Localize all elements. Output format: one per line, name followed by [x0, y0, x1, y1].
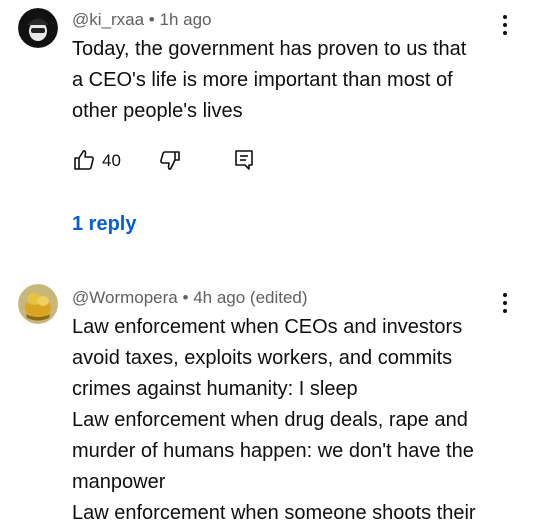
thumbs-down-icon [160, 151, 180, 170]
comment-text: Today, the government has proven to us t… [72, 34, 502, 127]
comment-text-line: Law enforcement when someone shoots thei… [72, 502, 476, 524]
avatar-image [18, 284, 58, 324]
comment-meta: @ki_rxaa • 1h ago [72, 10, 211, 30]
more-vert-icon-dot-2 [503, 301, 507, 305]
comment-author[interactable]: @Wormopera [72, 288, 178, 307]
comment-author[interactable]: @ki_rxaa [72, 10, 144, 29]
more-vert-icon [503, 15, 507, 19]
comment-1: @ki_rxaa • 1h ago Today, the government … [0, 0, 540, 260]
view-replies-link[interactable]: 1 reply [72, 213, 136, 236]
comment-text-line: other people's lives [72, 100, 243, 122]
reply-icon [235, 150, 253, 170]
comment-text-line: avoid taxes, exploits workers, and commi… [72, 347, 453, 369]
comment-text-line: crimes against humanity: I sleep [72, 378, 358, 400]
comment-time: 1h ago [159, 10, 212, 29]
comment-meta: @Wormopera • 4h ago (edited) [72, 288, 308, 308]
avatar[interactable] [18, 8, 58, 48]
more-vert-icon-dot-2 [503, 23, 507, 27]
comment-text-line: Law enforcement when drug deals, rape an… [72, 409, 468, 431]
comment-2: @Wormopera • 4h ago (edited) Law enforce… [0, 282, 540, 524]
comment-text-line: Law enforcement when CEOs and investors [72, 316, 463, 338]
thumbs-up-icon [74, 150, 94, 170]
avatar-image [18, 8, 58, 48]
like-count: 40 [102, 151, 121, 170]
comment-text: Law enforcement when CEOs and investors … [72, 312, 502, 529]
dislike-button[interactable] [158, 148, 184, 174]
comment-actions: 40 [72, 148, 272, 174]
more-vert-icon [503, 293, 507, 297]
comment-text-line: murder of humans happen: we don't have t… [72, 440, 474, 462]
avatar[interactable] [18, 284, 58, 324]
reply-button[interactable] [232, 148, 258, 174]
meta-separator: • [182, 288, 189, 307]
more-vert-icon-dot-3 [503, 309, 507, 313]
meta-separator: • [148, 10, 155, 29]
more-vert-icon-dot-3 [503, 31, 507, 35]
comment-time: 4h ago (edited) [193, 288, 308, 307]
comment-text-line: a CEO's life is more important than most… [72, 69, 453, 91]
like-button[interactable]: 40 [72, 148, 132, 174]
comment-text-line: Today, the government has proven to us t… [72, 38, 467, 60]
comment-text-line: manpower [72, 471, 166, 493]
